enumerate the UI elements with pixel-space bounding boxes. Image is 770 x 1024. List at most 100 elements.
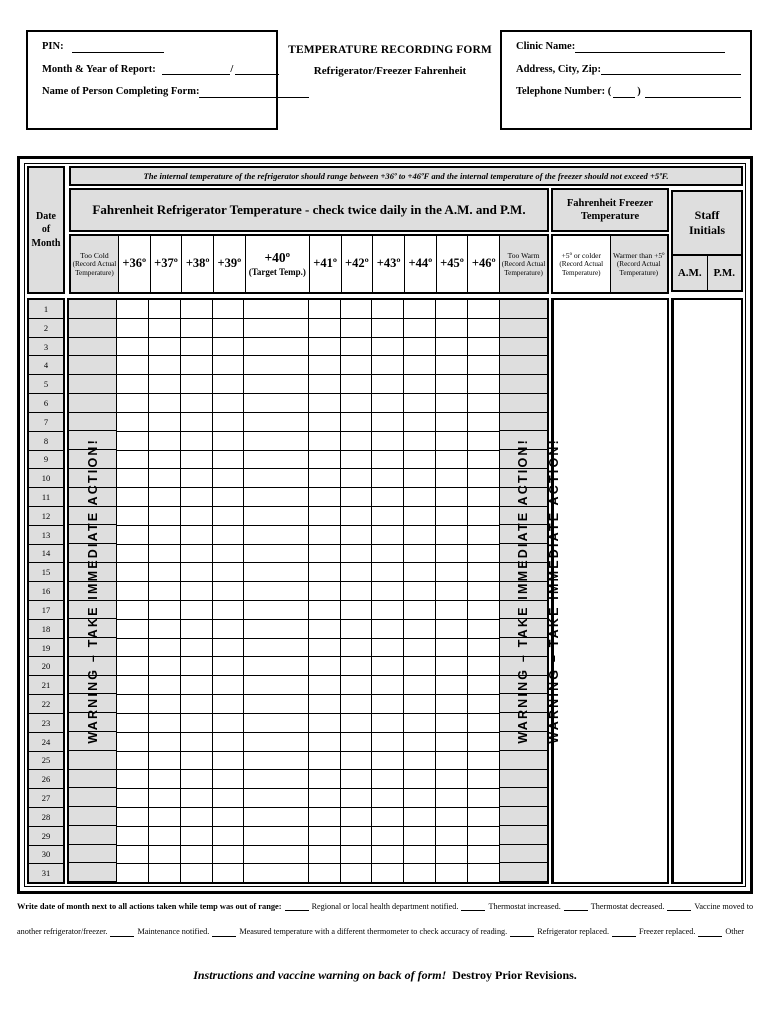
log-cell[interactable] <box>436 394 468 413</box>
log-cell[interactable] <box>372 469 404 489</box>
log-cell[interactable] <box>468 488 499 507</box>
log-cell[interactable] <box>212 563 244 583</box>
log-cell[interactable] <box>244 676 308 696</box>
log-cell[interactable] <box>372 789 404 808</box>
log-cell[interactable] <box>308 563 340 583</box>
log-cell[interactable] <box>340 300 372 319</box>
log-cell[interactable] <box>244 732 308 752</box>
log-cell[interactable] <box>499 769 547 789</box>
log-cell[interactable] <box>148 601 180 620</box>
log-cell[interactable] <box>372 826 404 846</box>
log-cell[interactable] <box>468 845 499 865</box>
log-cell[interactable] <box>340 713 372 733</box>
log-cell[interactable] <box>69 750 117 770</box>
log-cell[interactable] <box>244 601 308 620</box>
log-cell[interactable] <box>436 488 468 507</box>
log-cell[interactable] <box>117 525 148 545</box>
log-cell[interactable] <box>148 450 180 470</box>
log-cell[interactable] <box>468 638 499 658</box>
log-cell[interactable] <box>340 601 372 620</box>
log-cell[interactable] <box>148 807 180 827</box>
log-cell[interactable] <box>117 826 148 846</box>
footer-blank[interactable] <box>110 929 135 937</box>
log-cell[interactable] <box>404 789 436 808</box>
log-cell[interactable] <box>244 826 308 846</box>
log-cell[interactable] <box>69 638 117 657</box>
log-cell[interactable] <box>436 506 468 526</box>
log-cell[interactable] <box>404 638 436 658</box>
log-cell[interactable] <box>372 300 404 319</box>
log-cell[interactable] <box>372 450 404 470</box>
log-cell[interactable] <box>404 826 436 846</box>
log-cell[interactable] <box>69 788 117 808</box>
log-cell[interactable] <box>117 751 148 771</box>
log-cell[interactable] <box>340 525 372 545</box>
log-cell[interactable] <box>180 619 212 639</box>
log-cell[interactable] <box>180 356 212 376</box>
log-cell[interactable] <box>244 713 308 733</box>
log-cell[interactable] <box>212 375 244 395</box>
log-cell[interactable] <box>244 450 308 470</box>
log-cell[interactable] <box>372 337 404 357</box>
log-cell[interactable] <box>340 375 372 395</box>
log-cell[interactable] <box>117 807 148 827</box>
log-cell[interactable] <box>436 864 468 883</box>
log-cell[interactable] <box>340 450 372 470</box>
log-cell[interactable] <box>117 488 148 507</box>
log-cell[interactable] <box>372 601 404 620</box>
log-cell[interactable] <box>468 394 499 413</box>
log-cell[interactable] <box>117 713 148 733</box>
log-cell[interactable] <box>212 488 244 507</box>
log-cell[interactable] <box>404 619 436 639</box>
log-cell[interactable] <box>340 638 372 658</box>
log-cell[interactable] <box>212 695 244 714</box>
log-cell[interactable] <box>117 544 148 564</box>
log-cell[interactable] <box>180 713 212 733</box>
log-cell[interactable] <box>404 601 436 620</box>
log-cell[interactable] <box>468 732 499 752</box>
footer-blank[interactable] <box>563 903 588 912</box>
log-cell[interactable] <box>436 300 468 319</box>
freezer-grid-cells[interactable]: WARNING – TAKE IMMEDIATE ACTION! <box>547 298 669 884</box>
log-cell[interactable] <box>180 601 212 620</box>
log-cell[interactable] <box>340 318 372 338</box>
log-cell[interactable] <box>69 825 117 845</box>
log-cell[interactable] <box>468 431 499 451</box>
log-cell[interactable] <box>180 695 212 714</box>
log-cell[interactable] <box>308 544 340 564</box>
footer-blank[interactable] <box>461 903 486 912</box>
log-cell[interactable] <box>148 469 180 489</box>
log-cell[interactable] <box>499 600 547 620</box>
log-cell[interactable] <box>148 713 180 733</box>
log-cell[interactable] <box>499 713 547 732</box>
telephone-number-blank[interactable] <box>644 88 741 98</box>
log-cell[interactable] <box>69 412 117 432</box>
log-cell[interactable] <box>468 582 499 601</box>
log-cell[interactable] <box>212 807 244 827</box>
log-cell[interactable] <box>180 450 212 470</box>
log-cell[interactable] <box>372 713 404 733</box>
log-cell[interactable] <box>499 544 547 563</box>
log-cell[interactable] <box>372 619 404 639</box>
log-cell[interactable] <box>468 506 499 526</box>
footer-blank[interactable] <box>612 929 637 937</box>
log-cell[interactable] <box>436 845 468 865</box>
log-cell[interactable] <box>148 826 180 846</box>
log-cell[interactable] <box>212 789 244 808</box>
log-cell[interactable] <box>468 807 499 827</box>
log-cell[interactable] <box>180 638 212 658</box>
log-cell[interactable] <box>180 732 212 752</box>
log-cell[interactable] <box>468 318 499 338</box>
log-cell[interactable] <box>308 450 340 470</box>
log-cell[interactable] <box>308 826 340 846</box>
log-cell[interactable] <box>69 469 117 488</box>
log-cell[interactable] <box>212 450 244 470</box>
log-cell[interactable] <box>308 394 340 413</box>
log-cell[interactable] <box>244 770 308 790</box>
log-cell[interactable] <box>499 375 547 394</box>
log-cell[interactable] <box>308 601 340 620</box>
log-cell[interactable] <box>117 375 148 395</box>
log-cell[interactable] <box>244 563 308 583</box>
log-cell[interactable] <box>499 393 547 413</box>
log-cell[interactable] <box>404 450 436 470</box>
